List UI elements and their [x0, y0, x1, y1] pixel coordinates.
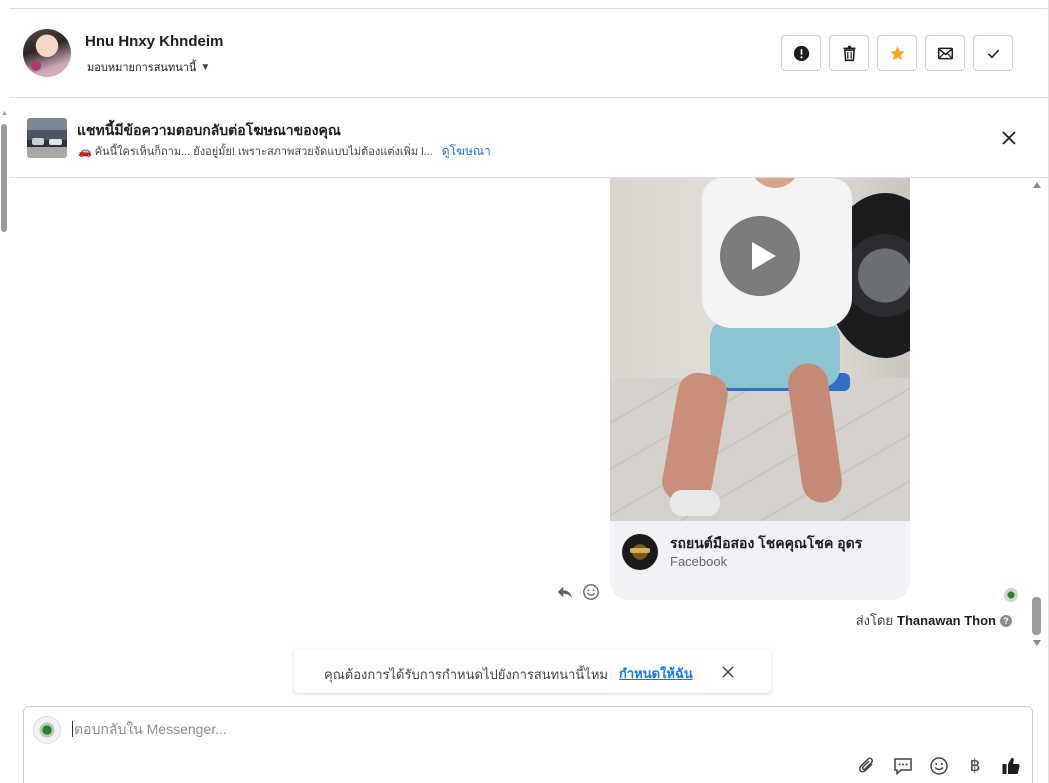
attach-button[interactable] — [856, 755, 878, 777]
scroll-up-icon[interactable] — [1033, 182, 1041, 188]
close-icon — [722, 666, 734, 678]
sender-avatar — [1004, 588, 1018, 602]
sent-by-prefix: ส่งโดย — [855, 613, 894, 628]
star-button[interactable] — [877, 35, 917, 71]
reminder-text: คุณต้องการได้รับการกำหนดไปยังการสนทนานี้… — [324, 667, 608, 682]
composer-toolbar: ฿ — [856, 755, 1022, 777]
ad-snippet: 🚗 คันนี้ใครเห็นก็ถาม... ยังอยู่มั้ย! เพร… — [78, 146, 433, 158]
checkmark-icon — [987, 49, 999, 58]
scroll-down-icon[interactable] — [1033, 640, 1041, 646]
trash-icon — [843, 45, 855, 61]
ad-thumbnail[interactable] — [27, 118, 67, 158]
outer-scrollbar-thumb[interactable] — [1, 124, 7, 232]
saved-reply-button[interactable] — [892, 755, 914, 777]
contact-avatar[interactable] — [23, 29, 71, 77]
assign-reminder-toast: คุณต้องการได้รับการกำหนดไปยังการสนทนานี้… — [294, 650, 771, 693]
sent-by-label: ส่งโดย Thanawan Thon ? — [856, 610, 1012, 631]
caret-down-icon: ▼ — [200, 61, 211, 73]
emoji-icon — [930, 757, 948, 775]
view-ad-link[interactable]: ดูโฆษณา — [442, 142, 491, 161]
reply-input[interactable] — [72, 721, 832, 737]
header-toolbar — [781, 35, 1013, 71]
shared-page-name: รถยนต์มือสอง โชคคุณโชค อุดร — [670, 535, 863, 551]
reply-icon[interactable] — [556, 583, 574, 601]
like-button[interactable] — [1000, 755, 1022, 777]
ad-banner-subtitle: 🚗 คันนี้ใครเห็นก็ถาม... ยังอยู่มั้ย! เพร… — [78, 142, 491, 161]
payment-button[interactable]: ฿ — [964, 755, 986, 777]
assign-to-me-link[interactable]: กำหนดให้ฉัน — [619, 663, 693, 684]
envelope-icon — [937, 47, 953, 59]
scroll-up-arrow-icon[interactable]: ▲ — [1, 110, 8, 117]
video-thumbnail[interactable] — [610, 178, 910, 521]
shared-video-card[interactable]: รถยนต์มือสอง โชคคุณโชค อุดร Facebook — [610, 178, 910, 600]
star-icon — [889, 45, 905, 60]
outer-scrollbar[interactable]: ▲ — [0, 110, 9, 783]
message-actions — [556, 583, 600, 601]
mark-done-button[interactable] — [973, 35, 1013, 71]
message-thread[interactable]: รถยนต์มือสอง โชคคุณโชค อุดร Facebook ส่ง… — [10, 178, 1048, 648]
emoji-button[interactable] — [928, 755, 950, 777]
close-banner-button[interactable] — [998, 127, 1020, 149]
saved-reply-icon — [894, 758, 912, 776]
shared-page-platform: Facebook — [670, 554, 728, 569]
assign-conversation-dropdown[interactable]: มอบหมายการสนทนานี้ ▼ — [87, 58, 210, 76]
message-composer: ฿ — [23, 706, 1033, 783]
page-logo — [622, 534, 658, 570]
play-icon[interactable] — [720, 216, 800, 296]
close-icon — [1002, 131, 1016, 145]
baht-icon: ฿ — [969, 756, 981, 775]
emoji-react-icon[interactable] — [582, 583, 600, 601]
sent-by-name: Thanawan Thon — [897, 613, 996, 628]
video-person-shoe — [670, 490, 720, 516]
assign-label: มอบหมายการสนทนานี้ — [87, 62, 197, 74]
contact-name[interactable]: Hnu Hnxy Khndeim — [85, 33, 223, 50]
mark-spam-button[interactable] — [781, 35, 821, 71]
reminder-close-button[interactable] — [719, 663, 737, 681]
delete-button[interactable] — [829, 35, 869, 71]
thread-scrollbar-thumb[interactable] — [1032, 597, 1041, 635]
exclamation-circle-icon — [793, 45, 809, 61]
conversation-header: Hnu Hnxy Khndeim มอบหมายการสนทนานี้ ▼ — [10, 9, 1048, 98]
ad-reply-banner: แชทนี้มีข้อความตอบกลับต่อโฆษณาของคุณ 🚗 ค… — [10, 99, 1048, 178]
paperclip-icon — [859, 757, 873, 773]
help-icon[interactable]: ? — [1000, 614, 1012, 627]
video-floor — [610, 378, 910, 521]
ad-banner-title: แชทนี้มีข้อความตอบกลับต่อโฆษณาของคุณ — [77, 122, 341, 138]
composer-avatar — [33, 716, 61, 744]
conversation-page: ▲ Hnu Hnxy Khndeim มอบหมายการสนทนานี้ ▼ — [0, 0, 1049, 783]
thread-scrollbar[interactable] — [1032, 182, 1042, 646]
shared-page-info[interactable]: รถยนต์มือสอง โชคคุณโชค อุดร Facebook — [610, 521, 910, 600]
mark-unread-button[interactable] — [925, 35, 965, 71]
thumbs-up-icon — [1002, 757, 1020, 774]
